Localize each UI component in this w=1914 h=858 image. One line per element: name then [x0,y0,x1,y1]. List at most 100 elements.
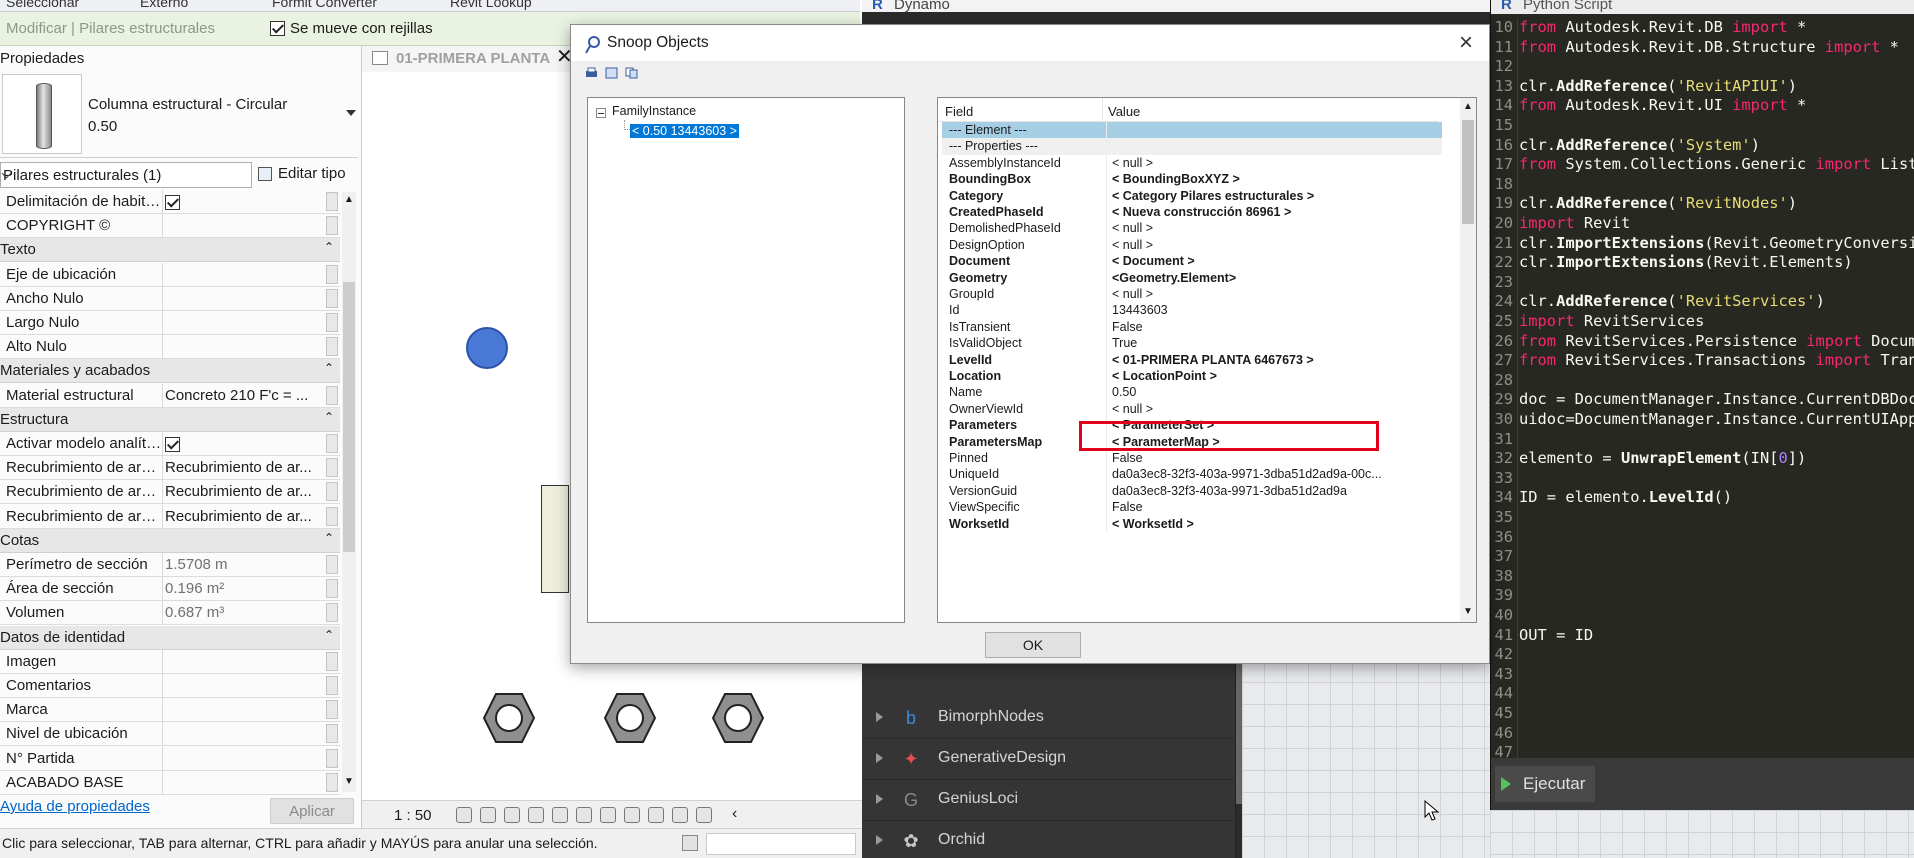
field-row[interactable]: IsValidObject True [942,335,1442,352]
property-row[interactable]: Comentarios [0,674,340,698]
fields-scroll-thumb[interactable] [1462,120,1474,224]
property-value[interactable] [162,770,322,794]
collapse-group-icon[interactable]: ⌃ [324,531,334,545]
field-row[interactable]: IsTransient False [942,318,1442,336]
hex-column[interactable] [604,692,656,744]
field-row[interactable]: Location < LocationPoint > [942,368,1442,385]
property-row[interactable]: Largo Nulo [0,311,340,335]
property-row[interactable]: Recubrimiento de ar… Recubrimiento de ar.… [0,456,340,481]
field-row[interactable]: Category < Category Pilares estructurales… [942,187,1442,204]
property-group[interactable]: Materiales y acabados ⌃ [0,359,340,384]
field-row[interactable]: --- Element --- [942,122,1442,139]
menu-seleccionar[interactable]: Seleccionar [6,0,79,10]
property-edit-button[interactable] [326,700,338,720]
property-edit-button[interactable] [326,434,338,453]
property-row[interactable]: Marca [0,698,340,723]
visual-style-icon[interactable] [480,807,496,823]
temporary-hide-icon[interactable] [600,807,616,823]
property-row[interactable]: Imagen [0,649,340,674]
property-value[interactable] [162,190,322,213]
properties-scroll-thumb[interactable] [343,282,355,552]
analytical-model-icon[interactable] [648,807,664,823]
type-dropdown-icon[interactable] [346,110,356,116]
property-value[interactable]: Recubrimiento de ar... [162,504,322,528]
property-edit-button[interactable] [326,192,338,211]
library-item[interactable]: b BimorphNodes [862,698,1236,739]
property-edit-button[interactable] [326,288,338,308]
type-selector[interactable]: Columna estructural - Circular 0.50 [0,72,358,158]
collapse-group-icon[interactable]: ⌃ [324,628,334,642]
property-row[interactable]: Nivel de ubicación [0,722,340,747]
property-value[interactable] [162,722,322,746]
close-icon[interactable]: × [1459,29,1473,57]
library-item[interactable]: ✦ GenerativeDesign [862,739,1236,780]
run-button[interactable]: Ejecutar [1495,766,1595,802]
field-row[interactable]: Geometry <Geometry.Element> [942,269,1442,286]
property-value[interactable] [162,286,322,310]
property-value[interactable] [162,432,322,455]
field-row[interactable]: LevelId < 01-PRIMERA PLANTA 6467673 > [942,351,1442,368]
shadows-icon[interactable] [528,807,544,823]
selected-circular-column[interactable] [466,327,508,369]
field-row[interactable]: Id 13443603 [942,302,1442,319]
property-edit-button[interactable] [326,579,338,599]
field-row[interactable]: CreatedPhaseId < Nueva construcción 86961… [942,204,1442,221]
collapse-group-icon[interactable]: ⌃ [324,410,334,424]
property-row[interactable]: Material estructural Concreto 210 F'c = .… [0,383,340,408]
property-edit-button[interactable] [326,651,338,671]
hex-column[interactable] [712,692,764,744]
property-value[interactable] [162,335,322,359]
property-row[interactable]: Delimitación de habit… [0,190,340,214]
property-row[interactable]: Recubrimiento de ar… Recubrimiento de ar.… [0,480,340,505]
move-with-grids-checkbox[interactable] [270,21,285,36]
view-tab[interactable]: 01-PRIMERA PLANTA [362,46,572,72]
view-scale[interactable]: 1 : 50 [394,807,432,824]
fields-scrollbar[interactable]: ▲ ▼ [1460,98,1476,622]
field-row[interactable]: BoundingBox < BoundingBoxXYZ > [942,171,1442,188]
library-item[interactable]: ✿ Orchid [862,821,1236,858]
property-edit-button[interactable] [326,506,338,526]
property-value[interactable]: Concreto 210 F'c = ... [162,383,322,407]
scroll-up-icon[interactable]: ▲ [344,194,354,205]
copy-icon[interactable] [625,67,638,79]
property-edit-button[interactable] [326,482,338,502]
property-edit-button[interactable] [326,216,338,236]
crop-view-icon[interactable] [552,807,568,823]
show-crop-icon[interactable] [576,807,592,823]
property-value[interactable]: Recubrimiento de ar... [162,480,322,504]
property-value[interactable] [162,746,322,770]
property-row[interactable]: Alto Nulo [0,335,340,360]
field-row[interactable]: Document < Document > [942,253,1442,270]
property-row[interactable]: Volumen 0.687 m³ [0,601,340,626]
property-edit-button[interactable] [326,676,338,695]
property-checkbox[interactable] [165,436,180,452]
properties-scrollbar[interactable]: ▲ ▼ [342,192,356,792]
field-row[interactable]: ViewSpecific False [942,499,1442,516]
rectangular-column[interactable] [541,485,569,593]
property-value[interactable] [162,262,322,286]
menu-formit[interactable]: Formit Converter [272,0,377,10]
scroll-up-icon[interactable]: ▲ [1463,101,1473,112]
property-edit-button[interactable] [326,748,338,768]
menu-revit-lookup[interactable]: Revit Lookup [450,0,532,10]
field-row[interactable]: DemolishedPhaseId < null > [942,220,1442,237]
field-row[interactable]: OwnerViewId < null > [942,400,1442,418]
property-checkbox[interactable] [165,194,180,210]
element-filter-select[interactable]: Pilares estructurales (1) [0,162,252,188]
scroll-down-icon[interactable]: ▼ [1463,606,1473,617]
property-row[interactable]: Área de sección 0.196 m² [0,577,340,602]
field-row[interactable]: WorksetId < WorksetId > [942,515,1442,532]
property-row[interactable]: COPYRIGHT © [0,214,340,239]
property-edit-button[interactable] [326,313,338,332]
property-edit-button[interactable] [326,458,338,478]
property-row[interactable]: Perímetro de sección 1.5708 m [0,553,340,577]
property-edit-button[interactable] [326,603,338,623]
property-edit-button[interactable] [326,772,338,792]
property-row[interactable]: Recubrimiento de ar… Recubrimiento de ar.… [0,504,340,529]
property-row[interactable]: Ancho Nulo [0,286,340,311]
collapse-icon[interactable] [596,108,606,118]
property-value[interactable] [162,674,322,697]
property-value[interactable] [162,214,322,238]
property-value[interactable] [162,311,322,334]
property-edit-button[interactable] [326,724,338,744]
